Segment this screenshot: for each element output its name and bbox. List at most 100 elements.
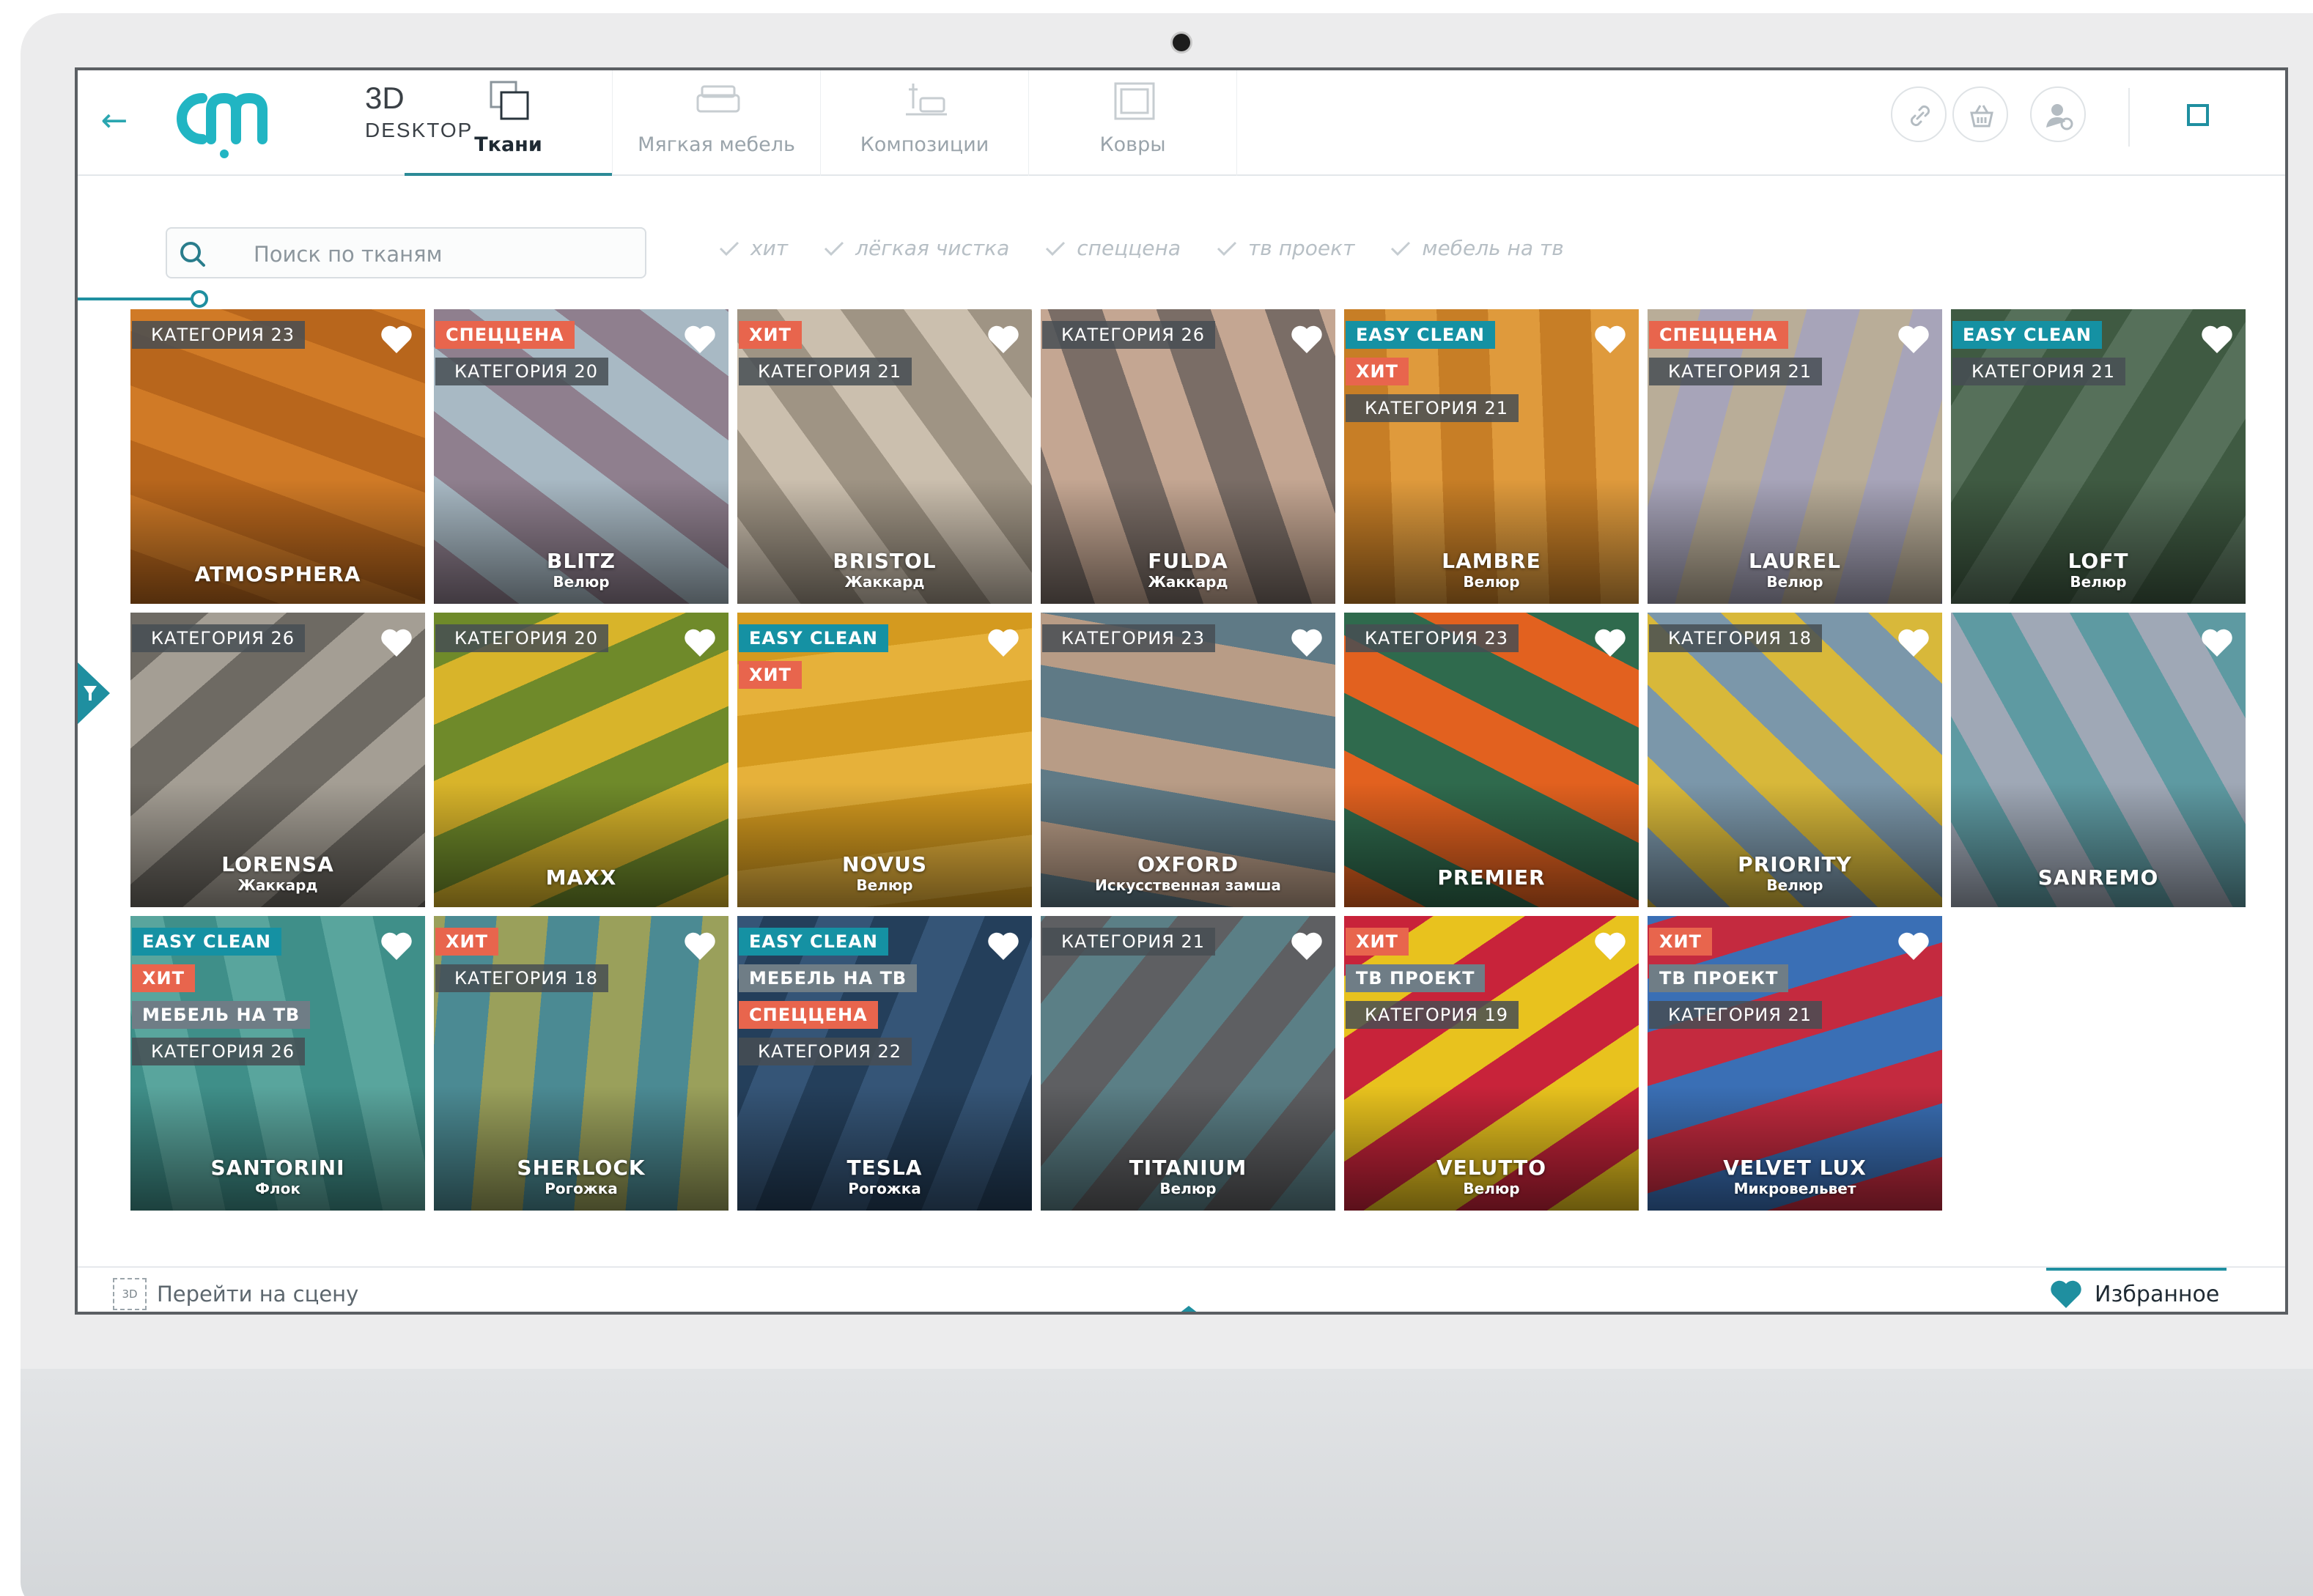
fabric-type: Жаккард [844, 573, 925, 591]
filter-bar: хит лёгкая чистка спеццена тв проект меб… [718, 236, 1564, 260]
fabric-card[interactable]: SANREMO [1951, 613, 2246, 907]
fabric-card[interactable]: СПЕЦЦЕНА КАТЕГОРИЯ 21 LAUREL Велюр [1648, 309, 1942, 604]
favorite-heart-icon[interactable] [380, 931, 413, 961]
fabric-card[interactable]: СПЕЦЦЕНА КАТЕГОРИЯ 20 BLITZ Велюр [434, 309, 728, 604]
favorite-heart-icon[interactable] [1897, 627, 1930, 658]
favorite-heart-icon[interactable] [1593, 931, 1627, 961]
fabric-card[interactable]: EASY CLEAN ХИТ NOVUS Велюр [737, 613, 1032, 907]
favorite-heart-icon[interactable] [1290, 324, 1324, 355]
badge-cat: КАТЕГОРИЯ 21 [1346, 394, 1519, 422]
goto-scene-button[interactable]: 3D Перейти на сцену [113, 1278, 358, 1310]
check-icon [825, 241, 844, 256]
badge-easy: EASY CLEAN [1952, 321, 2102, 349]
fabric-name: BLITZ [546, 549, 616, 573]
basket-button[interactable] [1952, 86, 2008, 142]
link-icon [1910, 105, 1930, 127]
sofa-icon [696, 85, 740, 113]
fabric-type: Велюр [856, 876, 913, 894]
badge-cat: КАТЕГОРИЯ 23 [1042, 624, 1216, 652]
fabric-card[interactable]: EASY CLEAN ХИТ КАТЕГОРИЯ 21 LAMBRE Велюр [1344, 309, 1639, 604]
favorite-heart-icon[interactable] [2200, 627, 2234, 658]
tab-compositions[interactable]: Композиции [821, 70, 1029, 176]
favorite-heart-icon[interactable] [1897, 324, 1930, 355]
badge-cat: КАТЕГОРИЯ 26 [132, 624, 306, 652]
badge-cat: КАТЕГОРИЯ 26 [1042, 321, 1216, 349]
favorite-heart-icon[interactable] [1593, 627, 1627, 658]
badge-hit: ХИТ [739, 661, 802, 689]
fabric-card[interactable]: EASY CLEAN МЕБЕЛЬ НА ТВ СПЕЦЦЕНА КАТЕГОРИЯ … [737, 916, 1032, 1211]
fabric-card[interactable]: EASY CLEAN КАТЕГОРИЯ 21 LOFT Велюр [1951, 309, 2246, 604]
badge-cat: КАТЕГОРИЯ 21 [1042, 928, 1216, 956]
fabric-card[interactable]: КАТЕГОРИЯ 18 PRIORITY Велюр [1648, 613, 1942, 907]
fabric-card[interactable]: КАТЕГОРИЯ 20 MAXX [434, 613, 728, 907]
favorites-button[interactable]: Избранное [2046, 1268, 2227, 1312]
app-header: ← 3D DESKTOP Ткани Мягкая мебель Компози… [78, 70, 2285, 176]
check-icon [1046, 241, 1066, 256]
badge-cat: КАТЕГОРИЯ 21 [1649, 1001, 1823, 1029]
tab-carpets[interactable]: Ковры [1029, 70, 1237, 176]
share-link-button[interactable] [1891, 86, 1947, 142]
fabric-type: Велюр [553, 573, 610, 591]
back-arrow-icon[interactable]: ← [92, 103, 136, 139]
heart-icon [2051, 1280, 2081, 1308]
search-input[interactable]: Поиск по тканям [254, 242, 442, 267]
fabric-card[interactable]: ХИТ ТВ ПРОЕКТ КАТЕГОРИЯ 19 VELUTTO Велюр [1344, 916, 1639, 1211]
callout-dot [191, 290, 208, 308]
badge-cat: КАТЕГОРИЯ 20 [435, 624, 609, 652]
filter-easy-clean[interactable]: лёгкая чистка [823, 236, 1009, 260]
fabric-name: PREMIER [1437, 865, 1546, 890]
filter-tv-furniture[interactable]: мебель на тв [1390, 236, 1564, 260]
favorite-heart-icon[interactable] [380, 627, 413, 658]
filter-hit[interactable]: хит [718, 236, 788, 260]
tab-soft-furniture[interactable]: Мягкая мебель [613, 70, 821, 176]
badge-tv: МЕБЕЛЬ НА ТВ [739, 964, 918, 992]
favorite-heart-icon[interactable] [1290, 627, 1324, 658]
fabric-card[interactable]: ХИТ ТВ ПРОЕКТ КАТЕГОРИЯ 21 VELVET LUX Микров… [1648, 916, 1942, 1211]
fabric-card[interactable]: КАТЕГОРИЯ 26 FULDA Жаккард [1041, 309, 1335, 604]
favorite-heart-icon[interactable] [1593, 324, 1627, 355]
tab-fabrics[interactable]: Ткани [405, 70, 613, 176]
badge-cat: КАТЕГОРИЯ 21 [739, 358, 912, 385]
filter-panel-toggle[interactable] [78, 662, 110, 724]
fabric-card[interactable]: ХИТ КАТЕГОРИЯ 21 BRISTOL Жаккард [737, 309, 1032, 604]
fabric-card[interactable]: ХИТ КАТЕГОРИЯ 18 SHERLOCK Рогожка [434, 916, 728, 1211]
fabric-icon [490, 81, 529, 120]
favorite-heart-icon[interactable] [683, 931, 717, 961]
badge-list: КАТЕГОРИЯ 21 [1042, 928, 1216, 956]
fabric-card[interactable]: КАТЕГОРИЯ 23 PREMIER [1344, 613, 1639, 907]
fabric-name: LAMBRE [1442, 549, 1541, 573]
favorite-heart-icon[interactable] [380, 324, 413, 355]
check-icon [719, 241, 739, 256]
webcam [1173, 34, 1190, 51]
favorite-heart-icon[interactable] [1897, 931, 1930, 961]
search-field[interactable]: Поиск по тканям [166, 227, 646, 278]
fabric-name: ATMOSPHERA [194, 562, 361, 586]
favorite-heart-icon[interactable] [986, 324, 1020, 355]
fabric-card[interactable]: КАТЕГОРИЯ 21 TITANIUM Велюр [1041, 916, 1335, 1211]
filter-tv-project[interactable]: тв проект [1216, 236, 1354, 260]
user-settings-button[interactable] [2030, 86, 2086, 142]
favorite-heart-icon[interactable] [986, 627, 1020, 658]
fabric-name: SHERLOCK [517, 1156, 646, 1180]
favorite-heart-icon[interactable] [1290, 931, 1324, 961]
badge-list: ХИТ КАТЕГОРИЯ 21 [739, 321, 912, 385]
favorite-heart-icon[interactable] [683, 627, 717, 658]
fabric-type: Велюр [1766, 573, 1823, 591]
favorite-heart-icon[interactable] [2200, 324, 2234, 355]
tab-label: Композиции [860, 133, 989, 156]
fabric-card[interactable]: КАТЕГОРИЯ 23 OXFORD Искусственная замша [1041, 613, 1335, 907]
badge-hit: ХИТ [1346, 928, 1409, 956]
favorite-heart-icon[interactable] [683, 324, 717, 355]
favorite-heart-icon[interactable] [986, 931, 1020, 961]
badge-hit: ХИТ [1346, 358, 1409, 385]
maximize-icon[interactable] [2187, 104, 2209, 126]
filter-special-price[interactable]: спеццена [1044, 236, 1181, 260]
app-logo: 3D DESKTOP [160, 76, 471, 164]
fabric-card[interactable]: КАТЕГОРИЯ 23 ATMOSPHERA [130, 309, 425, 604]
fabric-card[interactable]: КАТЕГОРИЯ 26 LORENSA Жаккард [130, 613, 425, 907]
monitor-chin [21, 1369, 2313, 1596]
scene-pull-tab[interactable] [1176, 1306, 1202, 1312]
fabric-card[interactable]: EASY CLEAN ХИТ МЕБЕЛЬ НА ТВ КАТЕГОРИЯ 26 SAN… [130, 916, 425, 1211]
badge-hit: ХИТ [1649, 928, 1712, 956]
fabric-name: LAUREL [1749, 549, 1841, 573]
